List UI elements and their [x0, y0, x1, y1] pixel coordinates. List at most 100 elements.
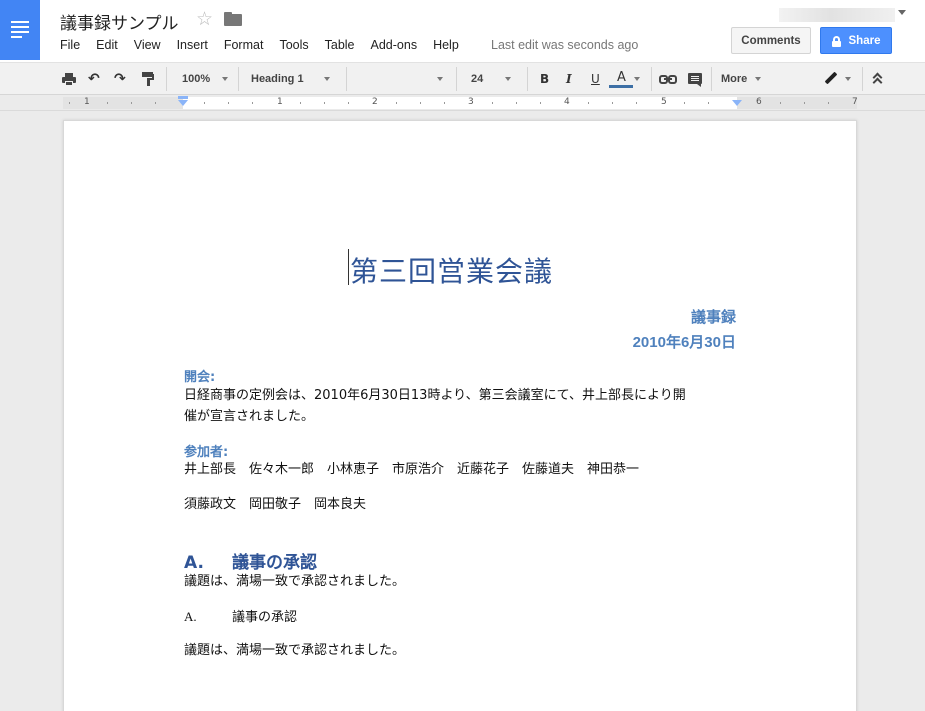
menu-edit[interactable]: Edit [96, 38, 118, 54]
docs-logo-icon[interactable] [0, 0, 40, 60]
insert-comment-button[interactable] [688, 63, 702, 95]
menu-table[interactable]: Table [325, 38, 355, 54]
redo-button[interactable]: ↷ [114, 63, 126, 95]
opening-text-line-1[interactable]: 日経商事の定例会は、2010年6月30日13時より、第三会議室にて、井上部長によ… [184, 385, 686, 406]
bold-button[interactable]: B [540, 63, 549, 95]
chevron-down-icon [323, 77, 330, 81]
ruler-tick [204, 102, 205, 104]
comment-icon [688, 72, 702, 87]
folder-icon[interactable] [224, 12, 242, 26]
agenda-title: 議事の承認 [232, 553, 317, 573]
star-icon[interactable]: ☆ [196, 8, 213, 30]
ruler-number: 1 [84, 97, 90, 107]
zoom-select[interactable]: 100% [182, 63, 232, 95]
pen-icon [823, 71, 838, 86]
ruler[interactable]: 1 1 2 3 4 5 6 7 [0, 95, 925, 111]
document-heading[interactable]: 第三回営業会議 [350, 250, 553, 290]
ruler-tick [420, 102, 421, 104]
formatting-toolbar: ↶ ↷ 100% Heading 1 24 B I U A More [0, 62, 925, 95]
ruler-tick [636, 102, 637, 104]
ruler-tick [252, 102, 253, 104]
insert-link-button[interactable] [659, 63, 677, 95]
first-line-indent-marker[interactable] [178, 96, 188, 99]
menu-format[interactable]: Format [224, 38, 264, 54]
ruler-tick [131, 102, 132, 104]
menu-insert[interactable]: Insert [177, 38, 208, 54]
editing-mode-button[interactable] [823, 63, 851, 95]
share-button[interactable]: Share [820, 27, 892, 54]
document-date[interactable]: 2010年6月30日 [633, 331, 736, 352]
ruler-tick [516, 102, 517, 104]
ruler-tick [324, 102, 325, 104]
attendees-line-2[interactable]: 須藤政文 岡田敬子 岡本良夫 [184, 494, 366, 515]
ruler-tick [828, 102, 829, 104]
attendees-line-1[interactable]: 井上部長 佐々木一郎 小林恵子 市原浩介 近藤花子 佐藤道夫 神田恭一 [184, 459, 639, 480]
paint-format-icon [142, 72, 154, 86]
undo-icon: ↶ [88, 71, 100, 87]
ruler-number: 1 [277, 97, 283, 107]
toolbar-divider [651, 67, 652, 91]
ruler-tick [396, 102, 397, 104]
more-menu[interactable]: More [721, 63, 771, 95]
menu-bar: File Edit View Insert Format Tools Table… [60, 38, 475, 54]
ruler-number: 6 [756, 97, 762, 107]
print-button[interactable] [62, 63, 78, 95]
ruler-tick [684, 102, 685, 104]
toolbar-divider [862, 67, 863, 91]
chevron-down-icon [222, 77, 229, 81]
chevron-down-icon[interactable] [898, 10, 906, 15]
attendees-label[interactable]: 参加者: [184, 441, 228, 460]
ruler-tick [444, 102, 445, 104]
agenda-plain-result[interactable]: 議題は、満場一致で承認されました。 [184, 640, 405, 661]
ruler-number: 4 [564, 97, 570, 107]
redo-icon: ↷ [114, 71, 126, 87]
paint-format-button[interactable] [142, 63, 154, 95]
ruler-tick [612, 102, 613, 104]
italic-button[interactable]: I [566, 63, 572, 95]
document-title[interactable]: 議事録サンプル [60, 9, 179, 34]
toolbar-divider [711, 67, 712, 91]
chevron-down-icon [633, 77, 640, 81]
chevron-down-icon [845, 77, 851, 81]
font-size-select[interactable]: 24 [471, 63, 519, 95]
collapse-menus-button[interactable] [872, 63, 883, 95]
agenda-heading[interactable]: A. 議事の承認 [184, 548, 317, 573]
agenda-result[interactable]: 議題は、満場一致で承認されました。 [184, 571, 405, 592]
undo-button[interactable]: ↶ [88, 63, 100, 95]
right-indent-marker[interactable] [732, 100, 742, 106]
last-edit-status[interactable]: Last edit was seconds ago [491, 38, 638, 52]
ruler-number: 2 [372, 97, 378, 107]
ruler-tick [804, 102, 805, 104]
ruler-tick [228, 102, 229, 104]
comments-button[interactable]: Comments [731, 27, 811, 54]
lock-icon [831, 35, 841, 47]
collapse-icon [872, 72, 883, 88]
ruler-number: 7 [852, 97, 858, 107]
opening-label[interactable]: 開会: [184, 366, 215, 385]
document-page[interactable] [63, 120, 857, 711]
font-family-select[interactable] [355, 63, 443, 95]
menu-file[interactable]: File [60, 38, 80, 54]
underline-button[interactable]: U [591, 63, 600, 95]
text-color-swatch [609, 85, 633, 88]
menu-help[interactable]: Help [433, 38, 459, 54]
ruler-tick [300, 102, 301, 104]
menu-view[interactable]: View [134, 38, 161, 54]
ruler-number: 5 [661, 97, 667, 107]
menu-tools[interactable]: Tools [279, 38, 308, 54]
opening-text-line-2[interactable]: 催が宣言されました。 [184, 406, 314, 427]
document-subtitle[interactable]: 議事録 [691, 306, 736, 327]
paragraph-style-select[interactable]: Heading 1 [251, 63, 337, 95]
left-indent-marker[interactable] [178, 100, 188, 106]
toolbar-divider [238, 67, 239, 91]
text-cursor [348, 249, 349, 285]
text-color-button[interactable]: A [617, 63, 640, 95]
menu-add-ons[interactable]: Add-ons [371, 38, 418, 54]
agenda-plain-title: 議事の承認 [232, 609, 298, 624]
ruler-tick [780, 102, 781, 104]
agenda-plain-heading[interactable]: A. 議事の承認 [184, 606, 297, 625]
app-header: 議事録サンプル ☆ File Edit View Insert Format T… [0, 0, 925, 62]
ruler-tick [155, 102, 156, 104]
ruler-right-margin [737, 97, 857, 109]
account-name-redacted[interactable] [779, 8, 895, 22]
